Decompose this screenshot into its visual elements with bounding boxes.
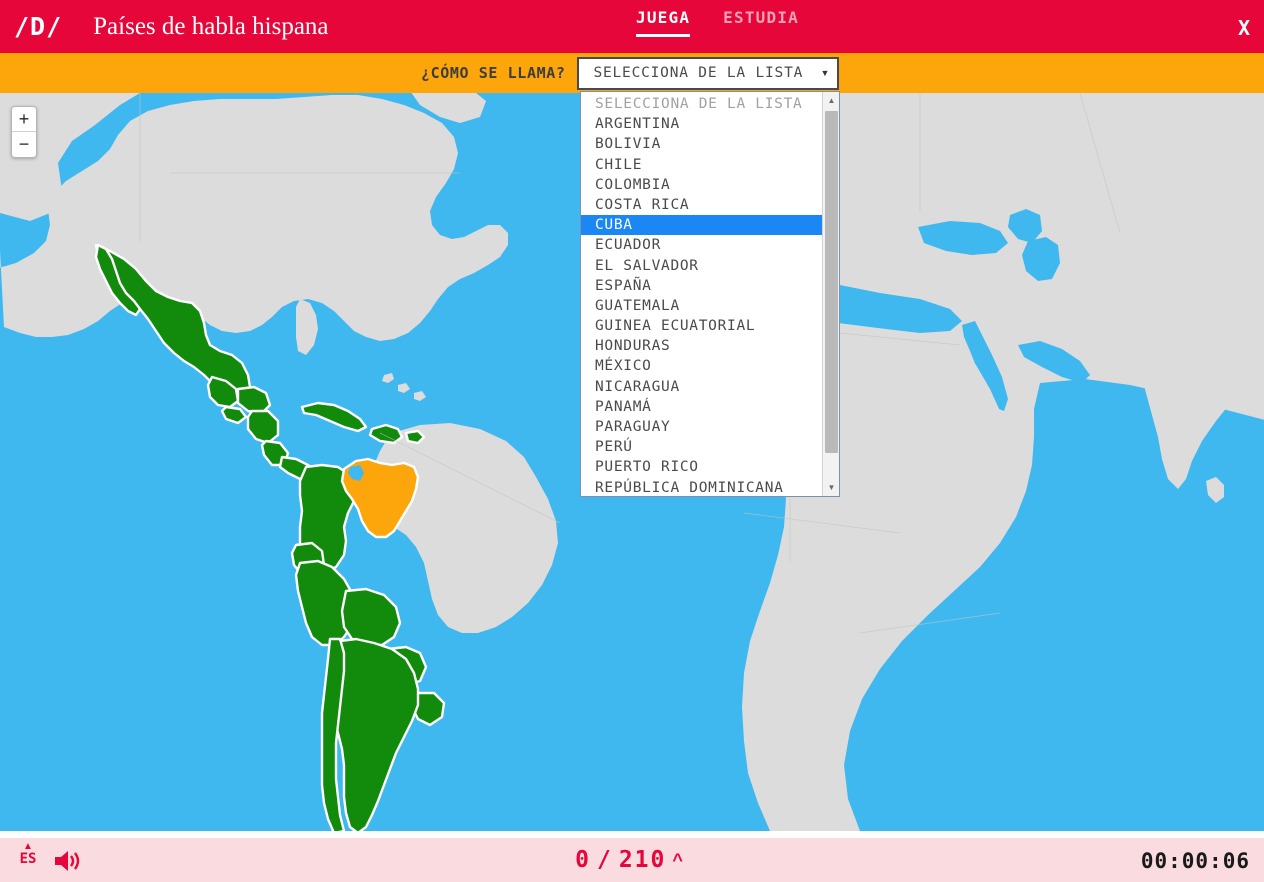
- dropdown-option[interactable]: BOLIVIA: [581, 134, 822, 154]
- dropdown-option[interactable]: HONDURAS: [581, 336, 822, 356]
- country-bolivia: [340, 587, 402, 647]
- region-florida: [296, 299, 318, 355]
- dropdown-option[interactable]: REPÚBLICA DOMINICANA: [581, 478, 822, 496]
- dropdown-option[interactable]: PANAMÁ: [581, 397, 822, 417]
- language-selector[interactable]: ▲ ES: [11, 841, 45, 866]
- chevron-up-icon[interactable]: ^: [672, 851, 683, 869]
- country-cuba: [300, 401, 368, 433]
- zoom-in-button[interactable]: +: [12, 107, 36, 132]
- zoom-out-button[interactable]: −: [12, 132, 36, 157]
- main-nav: JUEGA ESTUDIA: [636, 8, 799, 37]
- dropdown-option[interactable]: ECUADOR: [581, 235, 822, 255]
- tab-juega[interactable]: JUEGA: [636, 8, 691, 37]
- chevron-down-icon: ▼: [820, 68, 830, 78]
- dropdown-option[interactable]: COSTA RICA: [581, 195, 822, 215]
- dropdown-scrollbar[interactable]: ▲ ▼: [822, 92, 839, 496]
- country-select-value: SELECCIONA DE LA LISTA: [593, 65, 804, 81]
- dropdown-option[interactable]: PERÚ: [581, 437, 822, 457]
- page-title: Países de habla hispana: [93, 12, 329, 40]
- language-label: ES: [19, 851, 37, 867]
- dropdown-option[interactable]: MÉXICO: [581, 356, 822, 376]
- caribbean-other-islands: [382, 373, 426, 401]
- speaker-on-icon[interactable]: [53, 849, 83, 878]
- dropdown-option[interactable]: PUERTO RICO: [581, 457, 822, 477]
- dropdown-option[interactable]: COLOMBIA: [581, 175, 822, 195]
- dropdown-option[interactable]: ESPAÑA: [581, 276, 822, 296]
- dropdown-option[interactable]: GUINEA ECUATORIAL: [581, 316, 822, 336]
- dropdown-option[interactable]: SELECCIONA DE LA LISTA: [581, 94, 822, 114]
- quiz-app: /D/ Países de habla hispana JUEGA ESTUDI…: [0, 0, 1264, 882]
- score-current: 0: [575, 847, 591, 873]
- country-honduras: [236, 385, 272, 415]
- triangle-up-icon[interactable]: ▲: [823, 92, 839, 109]
- triangle-down-icon[interactable]: ▼: [823, 479, 839, 496]
- dropdown-option[interactable]: ARGENTINA: [581, 114, 822, 134]
- country-el-salvador: [220, 405, 248, 425]
- country-dropdown-list[interactable]: SELECCIONA DE LA LISTA ARGENTINA BOLIVIA CH…: [580, 91, 840, 497]
- dropdown-option[interactable]: NICARAGUA: [581, 377, 822, 397]
- country-puerto-rico: [404, 429, 426, 445]
- score-separator: /: [596, 847, 613, 873]
- country-select[interactable]: SELECCIONA DE LA LISTA ▼: [577, 56, 840, 90]
- question-prompt: ¿CÓMO SE LLAMA?: [421, 64, 566, 82]
- site-logo[interactable]: /D/: [14, 12, 62, 41]
- question-bar: ¿CÓMO SE LLAMA? SELECCIONA DE LA LISTA ▼: [0, 53, 1264, 93]
- timer-display: 00:00:06: [1140, 849, 1250, 873]
- map-zoom-controls: + −: [11, 106, 37, 158]
- tab-estudia[interactable]: ESTUDIA: [723, 8, 799, 37]
- dropdown-option[interactable]: CHILE: [581, 155, 822, 175]
- dropdown-option[interactable]: CUBA: [581, 215, 822, 236]
- dropdown-option[interactable]: EL SALVADOR: [581, 256, 822, 276]
- country-dominican-republic: [368, 423, 404, 445]
- dropdown-options: SELECCIONA DE LA LISTA ARGENTINA BOLIVIA CH…: [581, 92, 822, 496]
- close-icon[interactable]: X: [1238, 16, 1250, 40]
- scrollbar-thumb[interactable]: [825, 111, 838, 453]
- dropdown-option[interactable]: GUATEMALA: [581, 296, 822, 316]
- dropdown-option[interactable]: PARAGUAY: [581, 417, 822, 437]
- country-nicaragua: [246, 409, 280, 445]
- score-display: 0 / 210 ^: [0, 838, 1264, 882]
- app-header: /D/ Países de habla hispana JUEGA ESTUDI…: [0, 0, 1264, 53]
- score-total: 210: [618, 847, 667, 873]
- app-footer: ▲ ES 0 / 210 ^ 00:00:06: [0, 838, 1264, 882]
